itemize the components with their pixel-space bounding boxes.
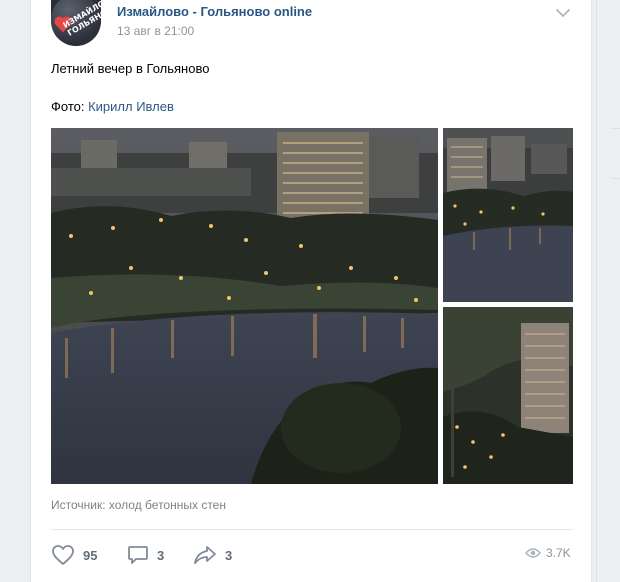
heart-icon xyxy=(52,545,74,565)
post-card: ИЗМАЙЛОВО ГОЛЬЯНОВО Измайлово - Гольянов… xyxy=(30,0,592,582)
photo-bottom-right[interactable] xyxy=(443,307,573,484)
post-source[interactable]: Источник: холод бетонных стен xyxy=(51,498,226,512)
photo-main[interactable] xyxy=(51,128,438,484)
photo-credit-author-link[interactable]: Кирилл Ивлев xyxy=(88,99,174,114)
post-author-link[interactable]: Измайлово - Гольяново online xyxy=(117,4,312,19)
share-count: 3 xyxy=(225,547,233,563)
comment-button[interactable]: 3 xyxy=(127,540,164,570)
chevron-down-icon[interactable] xyxy=(555,8,571,18)
views-count: 3.7K xyxy=(546,546,571,560)
photo-top-right[interactable] xyxy=(443,128,573,302)
like-count: 95 xyxy=(83,547,98,563)
right-sidebar-edge xyxy=(596,0,620,582)
community-avatar[interactable]: ИЗМАЙЛОВО ГОЛЬЯНОВО xyxy=(51,0,101,46)
photo-credit-prefix: Фото: xyxy=(51,99,89,114)
photo-credit: Фото: Кирилл Ивлев xyxy=(51,99,174,114)
share-icon xyxy=(194,546,216,564)
comment-icon xyxy=(128,546,148,564)
actions-divider xyxy=(51,529,573,530)
post-date[interactable]: 13 авг в 21:00 xyxy=(117,24,194,38)
like-button[interactable]: 95 xyxy=(51,540,97,570)
eye-icon xyxy=(525,548,541,558)
post-text: Летний вечер в Гольяново xyxy=(51,61,210,76)
share-button[interactable]: 3 xyxy=(193,540,232,570)
comment-count: 3 xyxy=(157,547,165,563)
views-counter: 3.7K xyxy=(525,546,571,560)
